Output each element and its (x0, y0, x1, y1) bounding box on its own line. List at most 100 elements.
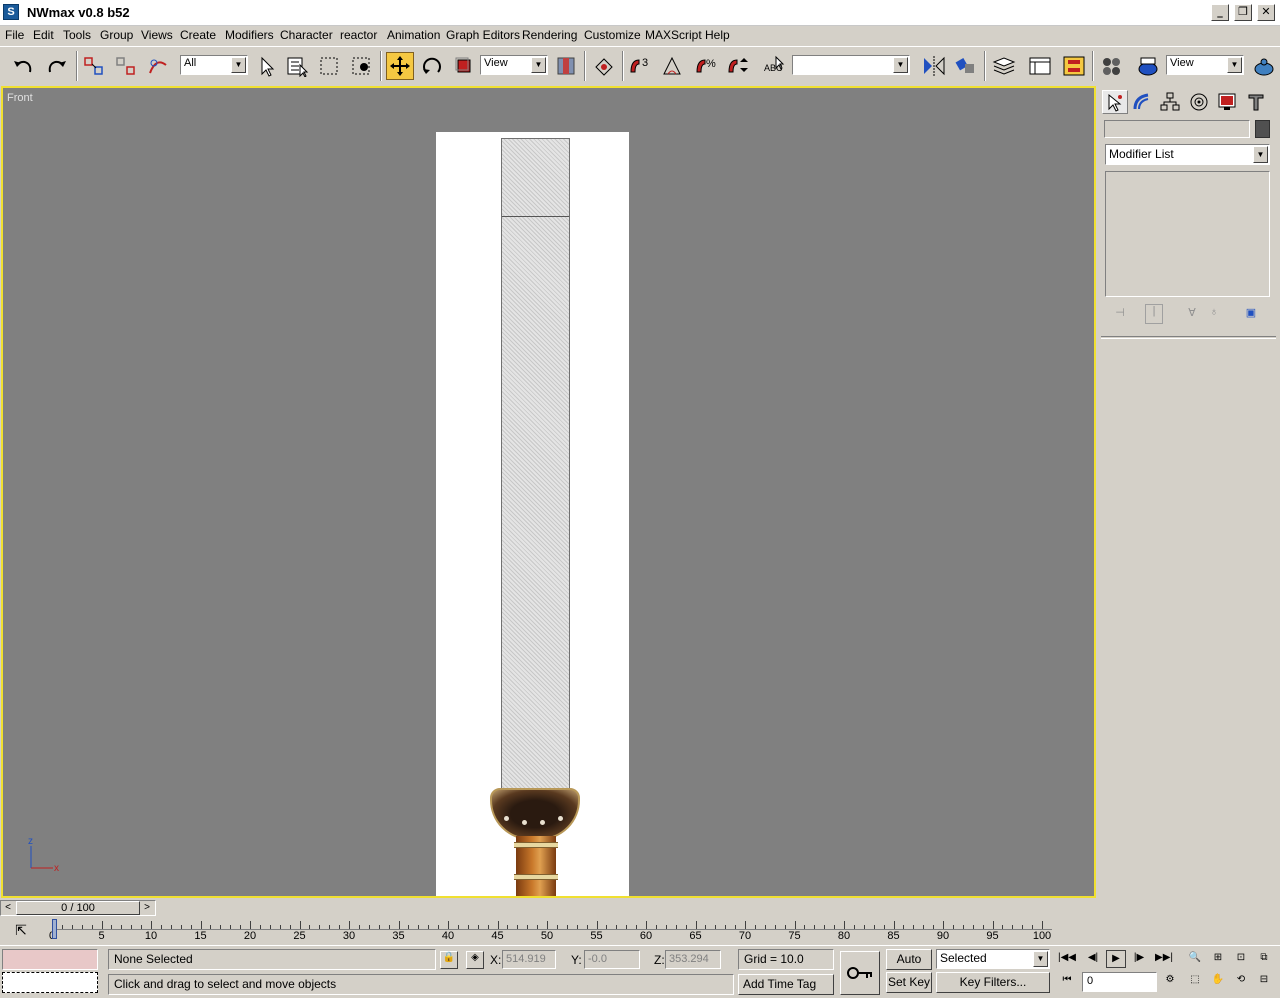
select-object-icon[interactable] (253, 52, 281, 80)
select-and-link-icon[interactable] (80, 52, 108, 80)
open-mini-curve-editor-icon[interactable]: ⇱ (8, 922, 34, 940)
sword-grip[interactable] (514, 836, 558, 896)
time-configuration-icon[interactable]: ⚙ (1160, 972, 1180, 990)
quick-render-icon[interactable] (1250, 52, 1278, 80)
region-zoom-icon[interactable]: ⬚ (1185, 972, 1205, 990)
arc-rotate-icon[interactable]: ⟲ (1231, 972, 1251, 990)
selection-filter-dropdown[interactable]: All ▼ (180, 55, 248, 75)
key-mode-toggle-icon[interactable]: ⏮ (1057, 972, 1077, 990)
track-bar[interactable]: ⇱ 05101520253035404550556065707580859095… (0, 918, 1096, 944)
maximize-viewport-icon[interactable]: ⊟ (1254, 972, 1274, 990)
configure-modifier-sets-icon[interactable]: ▣ (1242, 306, 1260, 322)
zoom-extents-all-icon[interactable]: ⧉ (1254, 950, 1274, 968)
hierarchy-tab-icon[interactable] (1157, 90, 1183, 114)
modify-tab-icon[interactable] (1129, 90, 1155, 114)
percent-snap-icon[interactable]: % (692, 52, 720, 80)
play-icon[interactable]: ▶ (1106, 950, 1126, 968)
manipulate-icon[interactable] (590, 52, 618, 80)
schematic-view-icon[interactable] (1060, 52, 1088, 80)
angle-snap-icon[interactable] (659, 52, 687, 80)
bind-to-space-warp-icon[interactable] (144, 52, 172, 80)
display-tab-icon[interactable] (1214, 90, 1240, 114)
modifier-list-dropdown[interactable]: Modifier List ▼ (1105, 144, 1270, 165)
next-frame-icon[interactable]: > (140, 901, 154, 915)
current-frame-marker[interactable] (52, 919, 57, 939)
maxscript-listener-mini[interactable] (2, 949, 98, 970)
select-and-rotate-icon[interactable] (418, 52, 446, 80)
zoom-all-icon[interactable]: ⊞ (1208, 950, 1228, 968)
named-selection-sets-dropdown[interactable]: ▼ (792, 55, 910, 75)
app-logo-icon[interactable]: S (3, 4, 19, 20)
unlink-selection-icon[interactable] (112, 52, 140, 80)
z-coordinate-field[interactable]: 353.294 (665, 950, 721, 969)
previous-frame-icon[interactable]: ◀| (1083, 950, 1103, 968)
align-icon[interactable] (952, 52, 980, 80)
sword-blade[interactable] (501, 138, 570, 792)
zoom-extents-icon[interactable]: ⊡ (1231, 950, 1251, 968)
menu-rendering[interactable]: Rendering (522, 28, 577, 42)
x-coordinate-field[interactable]: 514.919 (502, 950, 556, 969)
maxscript-input[interactable] (2, 972, 98, 993)
remove-modifier-icon[interactable]: ♁ (1205, 306, 1223, 322)
menu-tools[interactable]: Tools (63, 28, 91, 42)
set-keys-icon[interactable] (840, 951, 880, 995)
menu-help[interactable]: Help (705, 28, 730, 42)
set-key-button[interactable]: Set Key (886, 972, 932, 993)
go-to-start-icon[interactable]: |◀◀ (1057, 950, 1077, 968)
zoom-icon[interactable]: 🔍 (1185, 950, 1205, 968)
prev-frame-icon[interactable]: < (1, 901, 15, 915)
undo-icon[interactable] (10, 52, 38, 80)
time-slider[interactable]: < 0 / 100 > (0, 900, 156, 916)
menu-edit[interactable]: Edit (33, 28, 54, 42)
modifier-stack[interactable] (1105, 171, 1270, 297)
menu-maxscript[interactable]: MAXScript (645, 28, 702, 42)
object-name-field[interactable] (1104, 120, 1250, 138)
redo-icon[interactable] (42, 52, 70, 80)
select-and-scale-icon[interactable] (450, 52, 478, 80)
go-to-end-icon[interactable]: ▶▶| (1154, 950, 1174, 968)
auto-key-button[interactable]: Auto Key (886, 949, 932, 984)
motion-tab-icon[interactable] (1186, 90, 1212, 114)
utilities-tab-icon[interactable] (1243, 90, 1269, 114)
menu-reactor[interactable]: reactor (340, 28, 377, 42)
snap-toggle-icon[interactable]: 3 (626, 52, 654, 80)
window-crossing-icon[interactable] (348, 52, 376, 80)
menu-views[interactable]: Views (141, 28, 173, 42)
menu-graph-editors[interactable]: Graph Editors (446, 28, 520, 42)
create-tab-icon[interactable] (1102, 90, 1128, 114)
key-filters-button[interactable]: Key Filters... (936, 972, 1050, 993)
select-by-name-icon[interactable] (283, 52, 311, 80)
front-viewport[interactable]: Front z x (1, 86, 1096, 898)
edit-named-selections-icon[interactable]: ABC (761, 52, 789, 80)
menu-modifiers[interactable]: Modifiers (225, 28, 274, 42)
mirror-icon[interactable] (920, 52, 948, 80)
minimize-button[interactable]: _ (1211, 4, 1229, 21)
reference-coordinate-dropdown[interactable]: View ▼ (480, 55, 548, 75)
use-pivot-center-icon[interactable] (552, 52, 580, 80)
add-time-tag-button[interactable]: Add Time Tag (738, 974, 834, 995)
spinner-snap-icon[interactable] (724, 52, 752, 80)
show-end-result-icon[interactable]: | (1145, 304, 1163, 324)
y-coordinate-field[interactable]: -0.0 (584, 950, 640, 969)
rectangular-selection-icon[interactable] (315, 52, 343, 80)
close-button[interactable]: ✕ (1257, 4, 1275, 21)
time-slider-thumb[interactable]: 0 / 100 (16, 901, 140, 915)
material-editor-icon[interactable] (1098, 52, 1126, 80)
menu-customize[interactable]: Customize (584, 28, 641, 42)
pin-stack-icon[interactable]: ⊣ (1111, 306, 1129, 322)
next-frame-button-icon[interactable]: |▶ (1129, 950, 1149, 968)
menu-character[interactable]: Character (280, 28, 333, 42)
selection-lock-icon[interactable]: 🔒 (440, 951, 458, 969)
restore-button[interactable]: ❐ (1234, 4, 1252, 21)
frame-ruler[interactable]: 0510152025303540455055606570758085909510… (49, 918, 1052, 942)
key-mode-dropdown[interactable]: Selected ▼ (936, 949, 1050, 969)
curve-editor-icon[interactable] (1026, 52, 1054, 80)
viewport-label[interactable]: Front (7, 92, 33, 104)
absolute-mode-icon[interactable]: ◈ (466, 951, 484, 969)
current-frame-input[interactable]: 0 (1082, 972, 1157, 992)
select-and-move-icon[interactable] (386, 52, 414, 80)
menu-file[interactable]: File (5, 28, 24, 42)
menu-group[interactable]: Group (100, 28, 133, 42)
pan-view-icon[interactable]: ✋ (1208, 972, 1228, 990)
render-scene-icon[interactable] (1134, 52, 1162, 80)
